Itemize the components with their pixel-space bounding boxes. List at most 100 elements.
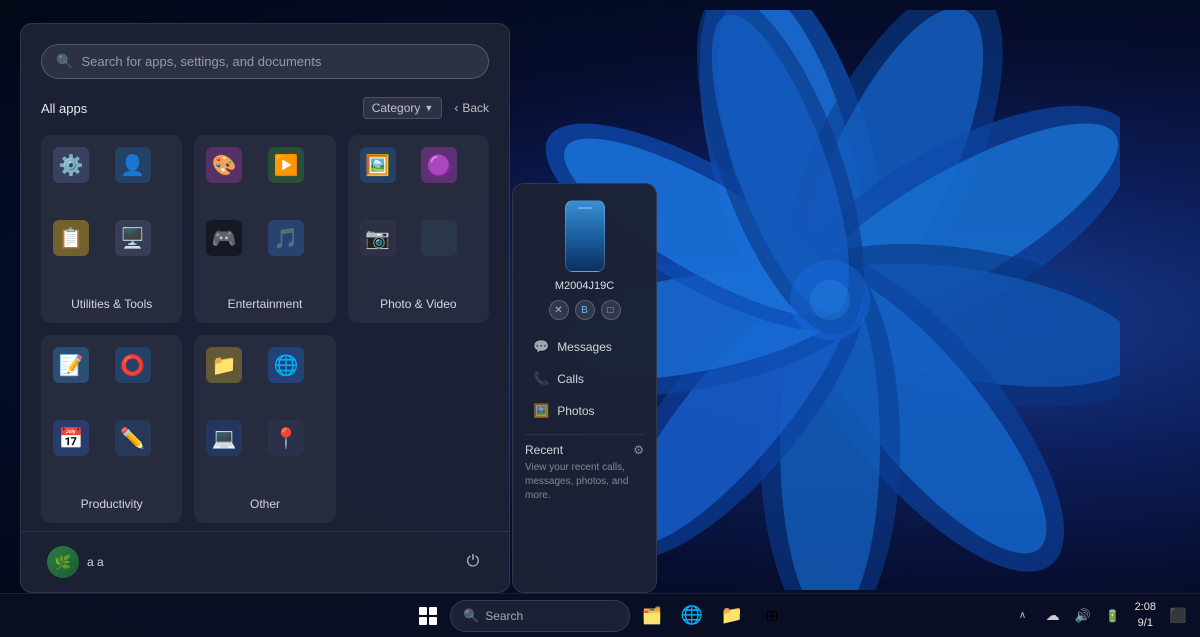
xbox-icon: 🎮: [206, 220, 242, 256]
start-menu-taskbar-icon: ⊞: [765, 606, 778, 626]
recent-label: Recent: [525, 443, 563, 457]
phone-device-image: [565, 200, 605, 272]
folder-utilities[interactable]: ⚙️ 👤 📋 🖥️ Utilities & Tools: [41, 135, 182, 323]
windows-logo: [419, 607, 437, 625]
battery-tray-button[interactable]: 🔋: [1099, 602, 1127, 630]
photos-app-icon: 🖼️: [360, 147, 396, 183]
recent-settings-icon[interactable]: ⚙: [633, 443, 644, 457]
search-input[interactable]: [81, 54, 474, 69]
remote-desktop-icon: 🖥️: [115, 220, 151, 256]
recent-description: View your recent calls, messages, photos…: [525, 461, 644, 503]
tray-area: ∧ ☁ 🔊 🔋 2:08 9/1 ⬛: [1009, 598, 1192, 633]
chevron-down-icon: ▼: [424, 103, 433, 113]
clock-date: 9/1: [1138, 616, 1153, 631]
power-button[interactable]: ⏻: [457, 546, 489, 578]
start-button[interactable]: [410, 598, 446, 634]
start-menu-taskbar-button[interactable]: ⊞: [754, 598, 790, 634]
edge-taskbar-icon: 🌐: [681, 605, 703, 626]
search-icon: 🔍: [56, 53, 73, 70]
music-icon: 🎵: [268, 220, 304, 256]
photos-icon: 🖼️: [533, 403, 549, 419]
folder-icons-other: 📁 🌐 💻 📍: [206, 347, 323, 487]
people-app-icon: 👤: [115, 147, 151, 183]
widgets-icon: 🗂️: [642, 606, 662, 626]
taskbar-center: 🔍 Search 🗂️ 🌐 📁 ⊞: [410, 598, 790, 634]
user-profile-button[interactable]: 🌿 a a: [41, 542, 110, 582]
win-logo-bl: [419, 617, 427, 625]
phone-bluetooth-icon[interactable]: B: [575, 300, 595, 320]
phone-divider: [525, 434, 644, 435]
messages-label: Messages: [557, 340, 612, 354]
start-footer: 🌿 a a ⏻: [21, 531, 509, 592]
taskbar-search-icon: 🔍: [463, 608, 479, 624]
recent-section: Recent ⚙ View your recent calls, message…: [525, 443, 644, 503]
folder-other-label: Other: [206, 497, 323, 511]
category-label: Category: [372, 101, 421, 115]
volume-icon: 🔊: [1074, 608, 1090, 624]
back-arrow-icon: ‹: [454, 101, 458, 115]
start-menu: 🔍 All apps Category ▼ ‹ Back ⚙️ 👤 📋 🖥️: [20, 23, 510, 593]
settings-app-icon: ⚙️: [53, 147, 89, 183]
phone-menu: 💬 Messages 📞 Calls 🖼️ Photos: [525, 332, 644, 426]
notification-dot-button[interactable]: ⬛: [1164, 602, 1192, 630]
back-button[interactable]: ‹ Back: [454, 101, 489, 115]
widgets-button[interactable]: 🗂️: [634, 598, 670, 634]
photos-label: Photos: [557, 404, 594, 418]
clock-time: 2:08: [1135, 600, 1156, 615]
chevron-tray-button[interactable]: ∧: [1009, 602, 1037, 630]
phone-menu-photos[interactable]: 🖼️ Photos: [525, 396, 644, 426]
back-label: Back: [462, 101, 489, 115]
camera-icon: 📷: [360, 220, 396, 256]
apps-grid: ⚙️ 👤 📋 🖥️ Utilities & Tools 🎨 ▶️ 🎮 🎵 Ent…: [21, 127, 509, 531]
maps-icon: 📍: [268, 420, 304, 456]
edge-icon: 🌐: [268, 347, 304, 383]
calls-label: Calls: [557, 372, 584, 386]
volume-tray-button[interactable]: 🔊: [1069, 602, 1097, 630]
folder-productivity[interactable]: 📝 ⭕ 📅 ✏️ Productivity: [41, 335, 182, 523]
phone-menu-calls[interactable]: 📞 Calls: [525, 364, 644, 394]
search-container: 🔍: [21, 24, 509, 89]
user-name: a a: [87, 555, 104, 569]
folder-entertainment[interactable]: 🎨 ▶️ 🎮 🎵 Entertainment: [194, 135, 335, 323]
store-icon: 💻: [206, 420, 242, 456]
folder-icons-photo: 🖼️ 🟣 📷: [360, 147, 477, 287]
category-button[interactable]: Category ▼: [363, 97, 443, 119]
folder-utilities-label: Utilities & Tools: [53, 297, 170, 311]
taskbar-search-bar[interactable]: 🔍 Search: [450, 600, 630, 632]
phone-status-icons: ✕ B □: [549, 300, 621, 320]
chevron-up-icon: ∧: [1019, 610, 1026, 621]
win-logo-tl: [419, 607, 427, 615]
file-explorer-taskbar-button[interactable]: 📁: [714, 598, 750, 634]
folder-productivity-label: Productivity: [53, 497, 170, 511]
clock-button[interactable]: 2:08 9/1: [1129, 598, 1162, 633]
phone-close-button[interactable]: ✕: [549, 300, 569, 320]
folder-other[interactable]: 📁 🌐 💻 📍 Other: [194, 335, 335, 523]
folder-icons-productivity: 📝 ⭕ 📅 ✏️: [53, 347, 170, 487]
taskbar-search-label: Search: [485, 609, 523, 623]
paint-app-icon: 🎨: [206, 147, 242, 183]
taskbar: 🔍 Search 🗂️ 🌐 📁 ⊞ ∧ ☁ �: [0, 593, 1200, 637]
calendar-icon: 📅: [53, 420, 89, 456]
calls-icon: 📞: [533, 371, 549, 387]
phone-menu-messages[interactable]: 💬 Messages: [525, 332, 644, 362]
recent-header: Recent ⚙: [525, 443, 644, 457]
notepad-icon: 📝: [53, 347, 89, 383]
network-tray-button[interactable]: ☁: [1039, 602, 1067, 630]
messages-icon: 💬: [533, 339, 549, 355]
tasks-icon: ✏️: [115, 420, 151, 456]
cortana-icon: ⭕: [115, 347, 151, 383]
notification-icon: ⬛: [1169, 607, 1186, 624]
edge-taskbar-button[interactable]: 🌐: [674, 598, 710, 634]
win-logo-tr: [429, 607, 437, 615]
file-explorer-taskbar-icon: 📁: [721, 605, 743, 626]
win-logo-br: [429, 617, 437, 625]
blank-icon: [421, 220, 457, 256]
media-player-icon: ▶️: [268, 147, 304, 183]
folder-photo-video[interactable]: 🖼️ 🟣 📷 Photo & Video: [348, 135, 489, 323]
sticky-notes-icon: 📋: [53, 220, 89, 256]
battery-icon: 🔋: [1105, 609, 1120, 623]
search-box[interactable]: 🔍: [41, 44, 489, 79]
phone-message-icon[interactable]: □: [601, 300, 621, 320]
apps-header: All apps Category ▼ ‹ Back: [21, 89, 509, 127]
folder-photo-label: Photo & Video: [360, 297, 477, 311]
